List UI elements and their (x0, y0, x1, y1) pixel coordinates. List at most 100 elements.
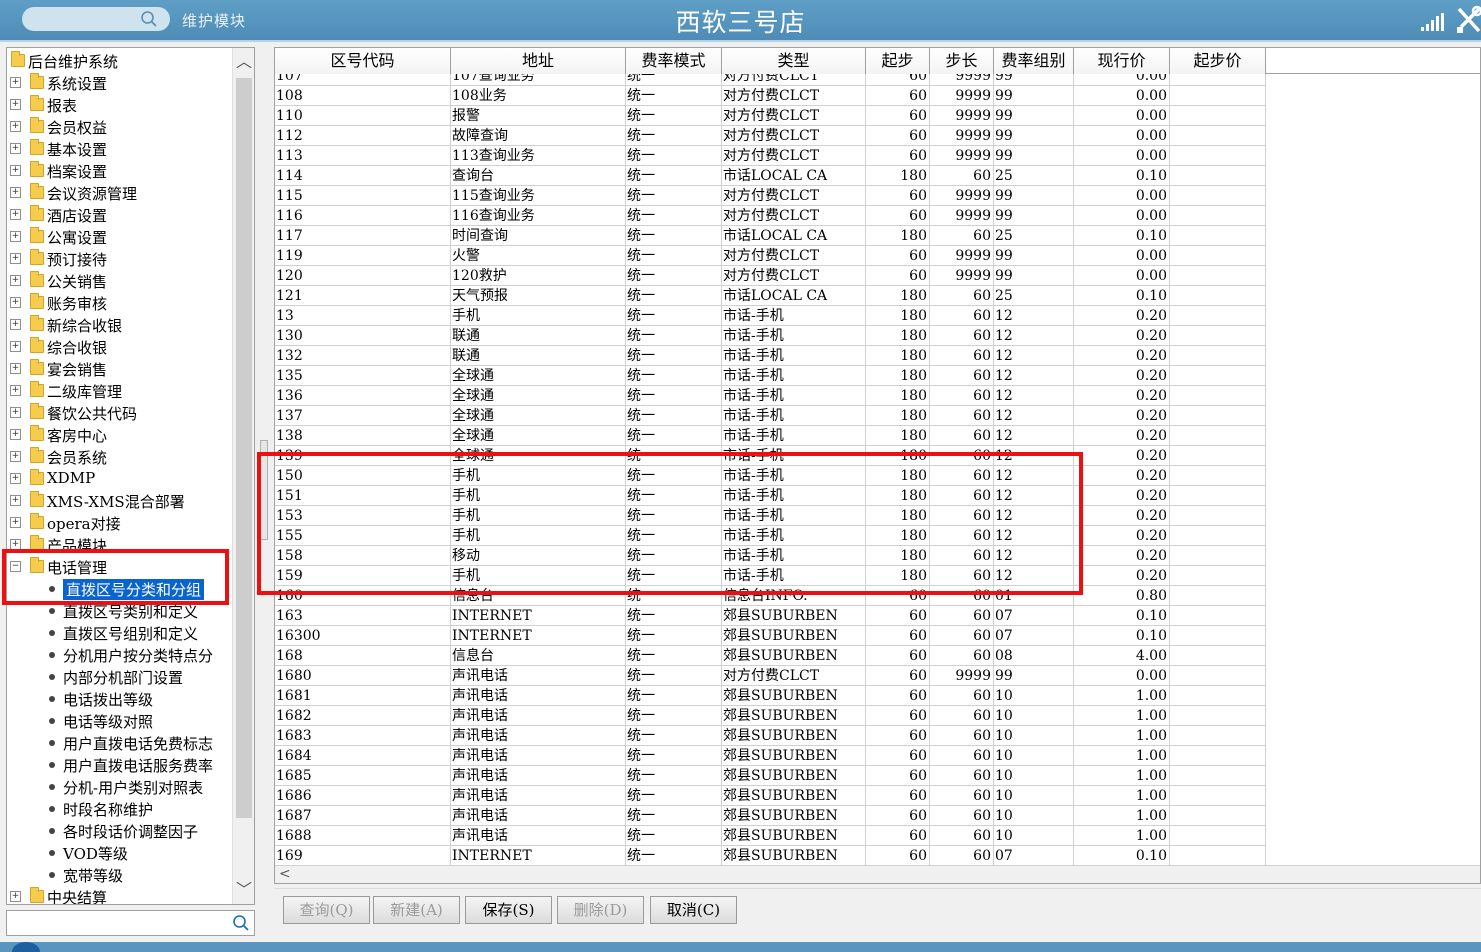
table-cell[interactable]: 声讯电话 (451, 746, 626, 766)
table-cell[interactable]: 0.20 (1074, 426, 1170, 446)
table-cell[interactable]: 统一 (626, 366, 722, 386)
table-cell[interactable]: 统一 (626, 626, 722, 646)
table-cell[interactable] (1170, 406, 1266, 426)
table-cell[interactable]: 声讯电话 (451, 806, 626, 826)
table-cell[interactable]: 180 (866, 226, 930, 246)
table-cell[interactable]: 180 (866, 486, 930, 506)
table-cell[interactable]: 手机 (451, 486, 626, 506)
table-cell[interactable]: 0.10 (1074, 286, 1170, 306)
table-cell[interactable]: 声讯电话 (451, 786, 626, 806)
tree-item[interactable]: + 餐饮公共代码 (7, 402, 233, 424)
tree-item[interactable]: + XDMP (7, 468, 233, 490)
table-cell[interactable]: 0.20 (1074, 506, 1170, 526)
expand-icon[interactable]: + (10, 429, 21, 440)
table-cell[interactable]: 25 (994, 226, 1074, 246)
table-cell[interactable]: 0.00 (1074, 266, 1170, 286)
table-cell[interactable]: 108 (275, 86, 451, 106)
table-cell[interactable] (1170, 586, 1266, 606)
table-cell[interactable]: 60 (866, 706, 930, 726)
table-cell[interactable]: 郊县SUBURBEN (722, 686, 866, 706)
table-cell[interactable]: 9999 (930, 74, 994, 86)
table-cell[interactable]: 60 (930, 166, 994, 186)
table-cell[interactable]: 1686 (275, 786, 451, 806)
table-cell[interactable]: 统一 (626, 226, 722, 246)
column-header[interactable]: 类型 (722, 48, 866, 74)
new-button[interactable]: 新建(A) (373, 896, 460, 924)
table-cell[interactable]: 10 (994, 766, 1074, 786)
table-cell[interactable]: 60 (866, 746, 930, 766)
tree-item[interactable]: 用户直拨电话免费标志 (7, 732, 233, 754)
tree-item[interactable]: 后台维护系统 (7, 50, 233, 72)
expand-icon[interactable]: + (10, 165, 21, 176)
tree-item[interactable]: + 账务审核 (7, 292, 233, 314)
table-row[interactable]: 139 全球通 统一 市话-手机 180 60 12 0.20 (275, 446, 1266, 466)
table-cell[interactable]: 联通 (451, 346, 626, 366)
table-cell[interactable]: 155 (275, 526, 451, 546)
table-cell[interactable]: 116 (275, 206, 451, 226)
tree-item[interactable]: 时段名称维护 (7, 798, 233, 820)
table-cell[interactable]: 12 (994, 446, 1074, 466)
table-cell[interactable] (1170, 486, 1266, 506)
table-row[interactable]: 135 全球通 统一 市话-手机 180 60 12 0.20 (275, 366, 1266, 386)
table-cell[interactable]: 116查询业务 (451, 206, 626, 226)
table-cell[interactable]: 99 (994, 146, 1074, 166)
table-row[interactable]: 107 107查询业务 统一 对方付费CLCT 60 9999 99 0.00 (275, 74, 1266, 86)
table-cell[interactable] (1170, 426, 1266, 446)
table-cell[interactable]: 统一 (626, 566, 722, 586)
table-row[interactable]: 113 113查询业务 统一 对方付费CLCT 60 9999 99 0.00 (275, 146, 1266, 166)
table-cell[interactable]: 9999 (930, 146, 994, 166)
tree-item[interactable]: + 公关销售 (7, 270, 233, 292)
table-row[interactable]: 160 信息台 统一 信息台INFO. 60 60 01 0.80 (275, 586, 1266, 606)
table-cell[interactable]: 0.20 (1074, 306, 1170, 326)
table-cell[interactable]: 151 (275, 486, 451, 506)
table-cell[interactable] (1170, 626, 1266, 646)
table-row[interactable]: 1683 声讯电话 统一 郊县SUBURBEN 60 60 10 1.00 (275, 726, 1266, 746)
table-cell[interactable]: 12 (994, 326, 1074, 346)
expand-icon[interactable]: + (10, 495, 21, 506)
table-cell[interactable]: 139 (275, 446, 451, 466)
table-cell[interactable]: 10 (994, 746, 1074, 766)
table-cell[interactable]: 60 (930, 606, 994, 626)
table-cell[interactable]: 119 (275, 246, 451, 266)
table-cell[interactable]: 0.00 (1074, 146, 1170, 166)
table-cell[interactable]: 统一 (626, 74, 722, 86)
table-cell[interactable]: 60 (930, 506, 994, 526)
table-cell[interactable]: 99 (994, 246, 1074, 266)
table-cell[interactable]: 统一 (626, 526, 722, 546)
table-cell[interactable]: 全球通 (451, 406, 626, 426)
table-cell[interactable]: 全球通 (451, 446, 626, 466)
table-cell[interactable]: 115查询业务 (451, 186, 626, 206)
table-cell[interactable]: 60 (930, 646, 994, 666)
table-cell[interactable]: 60 (930, 726, 994, 746)
table-cell[interactable] (1170, 86, 1266, 106)
table-cell[interactable]: 99 (994, 74, 1074, 86)
tools-icon[interactable] (1455, 5, 1481, 35)
tree-scrollbar[interactable]: ︿ ﹀ (232, 48, 254, 904)
table-cell[interactable]: 0.00 (1074, 74, 1170, 86)
table-cell[interactable]: 13 (275, 306, 451, 326)
table-cell[interactable]: 99 (994, 106, 1074, 126)
save-button[interactable]: 保存(S) (465, 896, 552, 924)
table-cell[interactable]: 180 (866, 506, 930, 526)
table-cell[interactable]: 手机 (451, 566, 626, 586)
table-cell[interactable]: 对方付费CLCT (722, 106, 866, 126)
table-cell[interactable]: 10 (994, 726, 1074, 746)
table-cell[interactable]: 1.00 (1074, 706, 1170, 726)
table-cell[interactable]: 9999 (930, 186, 994, 206)
table-cell[interactable] (1170, 306, 1266, 326)
table-cell[interactable]: 25 (994, 166, 1074, 186)
tree-item[interactable]: + opera对接 (7, 512, 233, 534)
table-cell[interactable]: 60 (866, 766, 930, 786)
tree-item[interactable]: + 会员权益 (7, 116, 233, 138)
table-cell[interactable]: 60 (866, 646, 930, 666)
table-cell[interactable] (1170, 266, 1266, 286)
table-cell[interactable]: 1682 (275, 706, 451, 726)
table-cell[interactable] (1170, 186, 1266, 206)
table-cell[interactable]: 市话-手机 (722, 366, 866, 386)
expand-icon[interactable]: + (10, 253, 21, 264)
table-cell[interactable]: 0.20 (1074, 546, 1170, 566)
table-cell[interactable] (1170, 666, 1266, 686)
table-cell[interactable]: 1.00 (1074, 826, 1170, 846)
table-cell[interactable]: 郊县SUBURBEN (722, 766, 866, 786)
table-cell[interactable]: 16300 (275, 626, 451, 646)
